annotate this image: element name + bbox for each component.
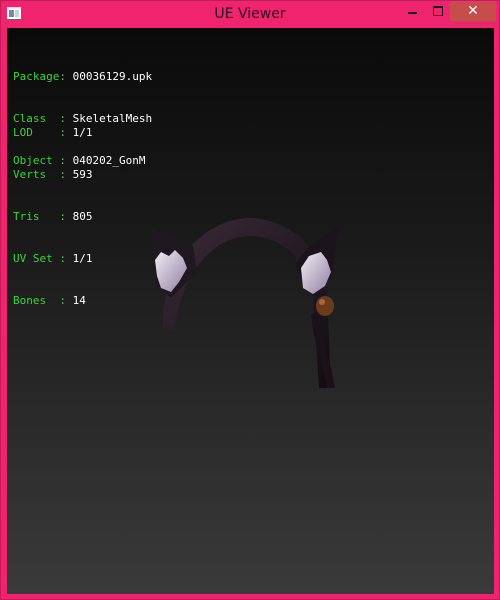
info-label: Verts :: [13, 168, 66, 181]
info-row-bones: Bones : 14: [13, 294, 92, 308]
title-bar[interactable]: UE Viewer ✕: [1, 1, 499, 27]
mesh-info-stats: LOD : 1/1 Verts : 593 Tris : 805 UV Set …: [13, 98, 92, 336]
bead: [316, 296, 334, 316]
info-label: Tris :: [13, 210, 66, 223]
info-value: 14: [72, 294, 86, 307]
info-value: 593: [72, 168, 93, 181]
info-row-lod: LOD : 1/1: [13, 126, 92, 140]
info-label: LOD :: [13, 126, 66, 139]
bead-highlight: [319, 299, 325, 305]
close-button[interactable]: ✕: [450, 1, 496, 21]
mesh-render: [151, 218, 339, 388]
info-label: UV Set :: [13, 252, 66, 265]
info-row-tris: Tris : 805: [13, 210, 92, 224]
info-label: Bones :: [13, 294, 66, 307]
maximize-icon: [433, 6, 443, 16]
app-window: UE Viewer ✕ Package: 00036129.upk Class …: [0, 0, 500, 600]
maximize-button[interactable]: [426, 1, 450, 21]
minimize-icon: [408, 12, 417, 14]
info-value: 805: [72, 210, 93, 223]
info-row-verts: Verts : 593: [13, 168, 92, 182]
info-value: 00036129.upk: [72, 70, 153, 83]
close-icon: ✕: [467, 3, 479, 19]
info-value: 1/1: [72, 252, 93, 265]
info-label: Package:: [13, 70, 66, 83]
minimize-button[interactable]: [399, 1, 426, 21]
headband-arc: [162, 218, 331, 388]
info-row-package: Package: 00036129.upk: [13, 70, 152, 84]
3d-viewport[interactable]: Package: 00036129.upk Class : SkeletalMe…: [7, 28, 494, 594]
info-row-uvset: UV Set : 1/1: [13, 252, 92, 266]
info-value: 1/1: [72, 126, 93, 139]
